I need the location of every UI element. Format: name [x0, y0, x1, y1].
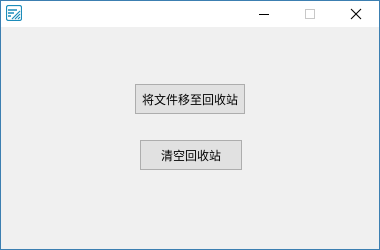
- app-window: 将文件移至回收站 清空回收站: [0, 0, 380, 250]
- empty-recycle-bin-button[interactable]: 清空回收站: [140, 140, 242, 170]
- title-bar[interactable]: [1, 1, 379, 27]
- close-icon: [350, 5, 362, 24]
- minimize-icon: [258, 5, 270, 24]
- maximize-icon: [304, 5, 316, 24]
- app-icon: [5, 4, 23, 22]
- minimize-button[interactable]: [241, 1, 287, 27]
- client-area: 将文件移至回收站 清空回收站: [1, 27, 379, 249]
- move-to-recycle-bin-button[interactable]: 将文件移至回收站: [135, 84, 245, 114]
- close-button[interactable]: [333, 1, 379, 27]
- maximize-button[interactable]: [287, 1, 333, 27]
